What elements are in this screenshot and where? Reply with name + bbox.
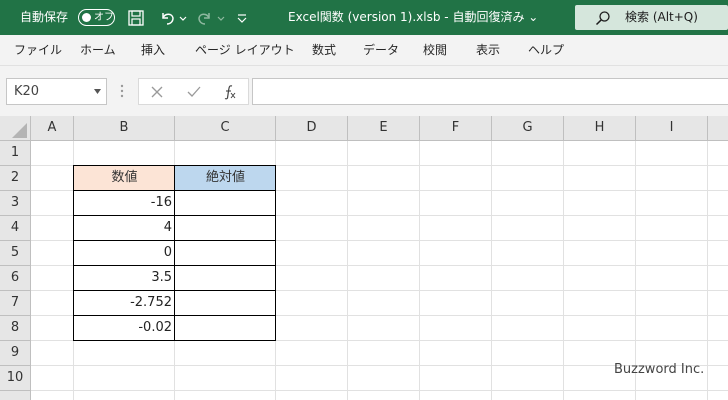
tab-page-layout[interactable]: ページ レイアウト [195,35,295,66]
gridline [707,141,708,400]
col-header-i[interactable]: I [636,116,708,141]
col-header-g[interactable]: G [492,116,564,141]
toggle-knob [82,13,91,22]
row-header-6[interactable]: 6 [0,266,31,291]
gridline [419,141,420,400]
col-header-a[interactable]: A [31,116,74,141]
undo-dropdown-icon[interactable] [178,8,188,28]
gridline [347,141,348,400]
autosave-state: オフ [94,12,114,23]
insert-function-icon[interactable] [223,84,237,100]
row-header-11[interactable] [0,391,31,400]
col-header-b[interactable]: B [74,116,175,141]
row-header-9[interactable]: 9 [0,341,31,366]
cancel-icon[interactable] [151,86,163,98]
autosave-toggle[interactable]: オフ [78,9,115,26]
select-all-icon [12,123,27,138]
autosave-label: 自動保存 [20,10,69,24]
search-box[interactable]: 検索 (Alt+Q) [575,5,728,30]
name-box-value: K20 [14,84,40,99]
col-header-h[interactable]: H [564,116,636,141]
row-header-4[interactable]: 4 [0,216,31,241]
col-header-d[interactable]: D [276,116,348,141]
search-icon [595,11,610,26]
table-border [73,165,276,341]
row-header-1[interactable]: 1 [0,141,31,166]
gridline [491,141,492,400]
row-header-8[interactable]: 8 [0,316,31,341]
ribbon-tabs: ファイル ホーム 挿入 ページ レイアウト 数式 データ 校閲 表示 ヘルプ [0,35,728,66]
formula-input[interactable] [252,78,728,105]
gridline [31,390,728,391]
row-header-3[interactable]: 3 [0,191,31,216]
redo-dropdown-icon[interactable] [216,8,226,28]
name-box[interactable]: K20 [6,78,107,105]
undo-icon[interactable] [157,8,177,28]
formula-buttons [138,78,249,105]
formula-bar-area: K20 [0,66,728,116]
tab-file[interactable]: ファイル [14,35,62,66]
chevron-down-icon[interactable] [94,89,101,94]
row-header-10[interactable]: 10 [0,366,31,391]
row-header-5[interactable]: 5 [0,241,31,266]
col-header-e[interactable]: E [348,116,420,141]
save-icon[interactable] [126,8,146,28]
select-all-corner[interactable] [0,116,31,141]
customize-toolbar-icon[interactable] [236,8,248,28]
row-header-7[interactable]: 7 [0,291,31,316]
document-title[interactable]: Excel関数 (version 1).xlsb - 自動回復済み ⌄ [288,0,538,35]
col-header-j[interactable] [708,116,728,141]
tab-insert[interactable]: 挿入 [141,35,165,66]
redo-icon[interactable] [195,8,215,28]
gridline [563,141,564,400]
tab-help[interactable]: ヘルプ [528,35,564,66]
tab-home[interactable]: ホーム [80,35,116,66]
tab-view[interactable]: 表示 [476,35,500,66]
tab-formulas[interactable]: 数式 [312,35,336,66]
more-options-icon[interactable] [119,84,125,98]
enter-check-icon[interactable] [187,86,201,98]
col-header-f[interactable]: F [420,116,492,141]
title-bar: 自動保存 オフ Excel関数 (version 1).xlsb - 自動回復済… [0,0,728,35]
col-header-c[interactable]: C [175,116,276,141]
search-placeholder: 検索 (Alt+Q) [625,10,698,24]
tab-review[interactable]: 校閲 [423,35,447,66]
spreadsheet-grid[interactable]: A B C D E F G H I 1 2 3 4 5 6 7 8 9 10 数… [0,116,728,400]
tab-data[interactable]: データ [363,35,399,66]
row-header-2[interactable]: 2 [0,166,31,191]
watermark: Buzzword Inc. [614,362,705,377]
